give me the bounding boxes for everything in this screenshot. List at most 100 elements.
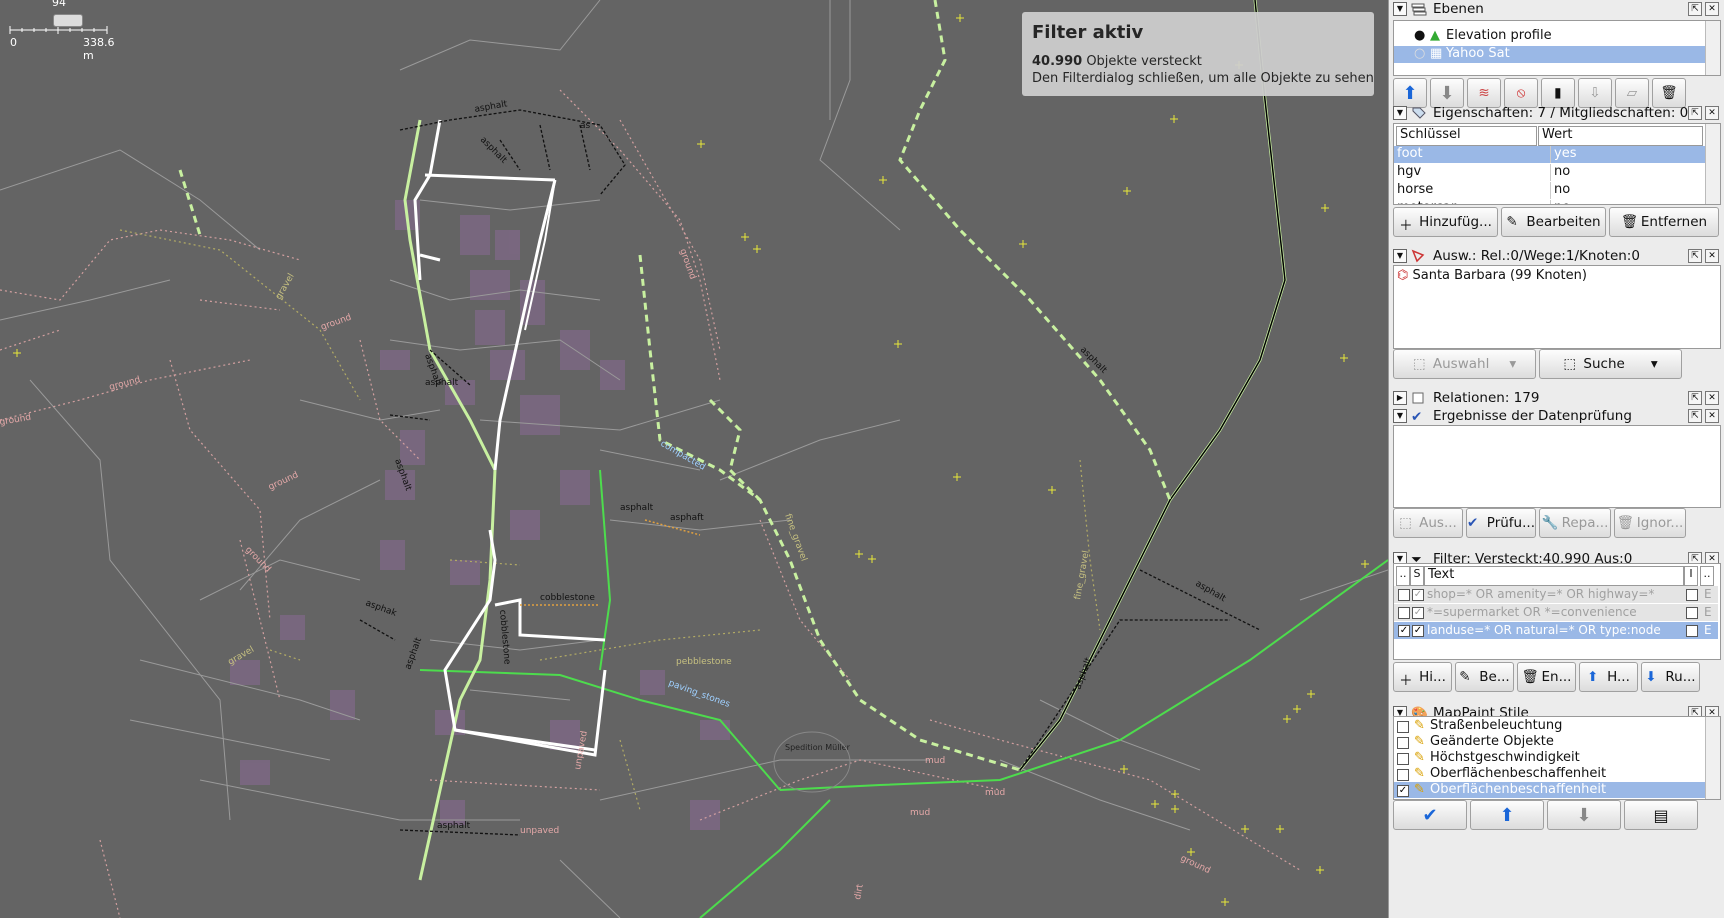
layer-scrollbar[interactable]: [1705, 21, 1720, 75]
column-key[interactable]: Schlüssel: [1396, 126, 1537, 146]
detach-icon[interactable]: ⇱: [1688, 409, 1702, 423]
validation-check-button[interactable]: ✔ Prüfu...: [1466, 508, 1536, 538]
filter-inverted-checkbox[interactable]: [1686, 625, 1698, 637]
style-down-button[interactable]: ⬇: [1547, 800, 1621, 830]
tag-row[interactable]: foot yes: [1394, 146, 1706, 163]
label-asphak: asphak: [364, 598, 399, 619]
validation-repair-button[interactable]: 🔧 Repa...: [1539, 508, 1611, 538]
style-checkbox[interactable]: [1397, 769, 1409, 781]
eye-off-icon[interactable]: ○: [1414, 46, 1425, 61]
filter-hide-checkbox[interactable]: ✓: [1412, 589, 1424, 601]
filter-enable-checkbox[interactable]: [1398, 607, 1410, 619]
properties-scrollbar[interactable]: [1705, 124, 1720, 204]
map-view[interactable]: asphalt asphalt as asphalt asphalt aspha…: [0, 0, 1388, 918]
edit-tag-button[interactable]: ✎ Bearbeiten: [1501, 207, 1606, 237]
validation-results[interactable]: [1393, 425, 1721, 508]
filter-up-button[interactable]: ⬆ H...: [1579, 662, 1638, 692]
select-button[interactable]: ⬚ Auswahl ▾: [1393, 349, 1536, 379]
style-checkbox[interactable]: ✓: [1397, 785, 1409, 797]
chevron-down-icon: ▾: [1650, 356, 1658, 372]
tag-row[interactable]: horse no: [1394, 182, 1706, 199]
style-item-selected[interactable]: ✓ ✎ Oberflächenbeschaffenheit: [1394, 782, 1706, 798]
column-enable[interactable]: ..: [1396, 566, 1410, 586]
filter-row-selected[interactable]: ✓ ✓ landuse=* OR natural=* OR type:node …: [1394, 622, 1718, 639]
style-item[interactable]: ✎ Höchstgeschwindigkeit: [1394, 750, 1706, 766]
properties-panel-header[interactable]: ▼ Eigenschaften: 7 / Mitgliedschaften: 0…: [1393, 104, 1721, 122]
style-item[interactable]: ✎ Straßenbeleuchtung: [1394, 718, 1706, 734]
collapse-icon[interactable]: ▼: [1393, 2, 1407, 16]
close-icon[interactable]: ✕: [1705, 249, 1719, 263]
remove-tag-button[interactable]: 🗑 Entfernen: [1609, 207, 1719, 237]
collapse-icon[interactable]: ▼: [1393, 409, 1407, 423]
layer-row-selected[interactable]: ○ ▦ Yahoo Sat: [1394, 46, 1706, 63]
elevation-icon: ▲: [1430, 28, 1440, 43]
scale-bar: 94 0 338.6 m: [8, 0, 118, 62]
layers-panel-header[interactable]: ▼ Ebenen ⇱ ✕: [1393, 0, 1721, 18]
add-filter-button[interactable]: ＋ Hi...: [1393, 662, 1452, 692]
zoom-level: 94: [52, 0, 66, 9]
activate-style-button[interactable]: ✔: [1393, 800, 1467, 830]
column-text[interactable]: Text: [1424, 566, 1684, 586]
search-button[interactable]: ⬚ Suche ▾: [1539, 349, 1682, 379]
validation-panel-header[interactable]: ▼ ✔ Ergebnisse der Datenprüfung ⇱ ✕: [1393, 407, 1721, 425]
column-value[interactable]: Wert: [1538, 126, 1703, 146]
layer-list[interactable]: ● ▲ Elevation profile ○ ▦ Yahoo Sat: [1393, 20, 1721, 76]
filter-row[interactable]: ✓ *=supermarket OR *=convenience E: [1394, 604, 1718, 621]
filter-enable-checkbox[interactable]: ✓: [1398, 625, 1410, 637]
relations-panel-header[interactable]: ▶ Relationen: 179 ⇱ ✕: [1393, 389, 1721, 407]
filter-enable-checkbox[interactable]: [1398, 589, 1410, 601]
checkmark-icon: ✔: [1411, 409, 1423, 425]
add-tag-button[interactable]: ＋ Hinzufüg...: [1393, 207, 1498, 237]
layers-icon: [1411, 3, 1427, 16]
validation-select-button[interactable]: ⬚ Aus...: [1393, 508, 1463, 538]
column-extra[interactable]: ..: [1700, 566, 1714, 586]
trash-icon: 🗑: [1660, 85, 1678, 101]
style-item[interactable]: ✎ Geänderte Objekte: [1394, 734, 1706, 750]
mappaint-scrollbar[interactable]: [1705, 717, 1720, 799]
detach-icon[interactable]: ⇱: [1688, 2, 1702, 16]
style-checkbox[interactable]: [1397, 737, 1409, 749]
selection-list[interactable]: ⌬ Santa Barbara (99 Knoten): [1393, 265, 1721, 349]
collapse-icon[interactable]: ▼: [1393, 249, 1407, 263]
selection-panel-header[interactable]: ▼ Ausw.: Rel.:0/Wege:1/Knoten:0 ⇱ ✕: [1393, 247, 1721, 265]
style-item[interactable]: ✎ Oberflächenbeschaffenheit: [1394, 766, 1706, 782]
style-preferences-button[interactable]: ▤: [1624, 800, 1698, 830]
layer-row[interactable]: ● ▲ Elevation profile: [1394, 28, 1706, 45]
style-checkbox[interactable]: [1397, 753, 1409, 765]
layer-name: Elevation profile: [1446, 28, 1552, 43]
validation-ignore-button[interactable]: 🗑 Ignor...: [1614, 508, 1686, 538]
style-name: Oberflächenbeschaffenheit: [1430, 782, 1607, 797]
zoom-slider-handle[interactable]: [53, 14, 83, 27]
detach-icon[interactable]: ⇱: [1688, 249, 1702, 263]
selection-item[interactable]: ⌬ Santa Barbara (99 Knoten): [1397, 268, 1587, 283]
filter-hide-checkbox[interactable]: ✓: [1412, 625, 1424, 637]
close-icon[interactable]: ✕: [1705, 106, 1719, 120]
expand-icon[interactable]: ▶: [1393, 391, 1407, 405]
detach-icon[interactable]: ⇱: [1688, 391, 1702, 405]
properties-table[interactable]: Schlüssel Wert footyes hgvno horseno mot…: [1393, 123, 1721, 205]
style-checkbox[interactable]: [1397, 721, 1409, 733]
edit-filter-button[interactable]: ✎ Be...: [1455, 662, 1514, 692]
map-canvas[interactable]: asphalt asphalt as asphalt asphalt aspha…: [0, 0, 1388, 918]
detach-icon[interactable]: ⇱: [1688, 106, 1702, 120]
path-outlines: [1019, 0, 1286, 771]
eye-icon[interactable]: ●: [1414, 28, 1425, 43]
style-up-button[interactable]: ⬆: [1470, 800, 1544, 830]
column-hide[interactable]: S: [1410, 566, 1424, 586]
close-icon[interactable]: ✕: [1705, 409, 1719, 423]
tag-value: yes: [1554, 146, 1577, 161]
delete-filter-button[interactable]: 🗑 En...: [1517, 662, 1576, 692]
close-icon[interactable]: ✕: [1705, 391, 1719, 405]
filter-hide-checkbox[interactable]: ✓: [1412, 607, 1424, 619]
column-inverted[interactable]: I: [1684, 566, 1698, 586]
close-icon[interactable]: ✕: [1705, 2, 1719, 16]
mappaint-style-list[interactable]: ✎ Straßenbeleuchtung ✎ Geänderte Objekte ✎…: [1393, 716, 1721, 800]
collapse-icon[interactable]: ▼: [1393, 106, 1407, 120]
filter-down-button[interactable]: ⬇ Ru...: [1641, 662, 1700, 692]
filter-inverted-checkbox[interactable]: [1686, 589, 1698, 601]
filter-table[interactable]: .. S Text I .. ✓ shop=* OR amenity=* OR …: [1393, 563, 1721, 660]
tag-row[interactable]: motorcarno: [1394, 200, 1706, 204]
filter-inverted-checkbox[interactable]: [1686, 607, 1698, 619]
filter-row[interactable]: ✓ shop=* OR amenity=* OR highway=* E: [1394, 586, 1718, 603]
tag-row[interactable]: hgv no: [1394, 164, 1706, 181]
